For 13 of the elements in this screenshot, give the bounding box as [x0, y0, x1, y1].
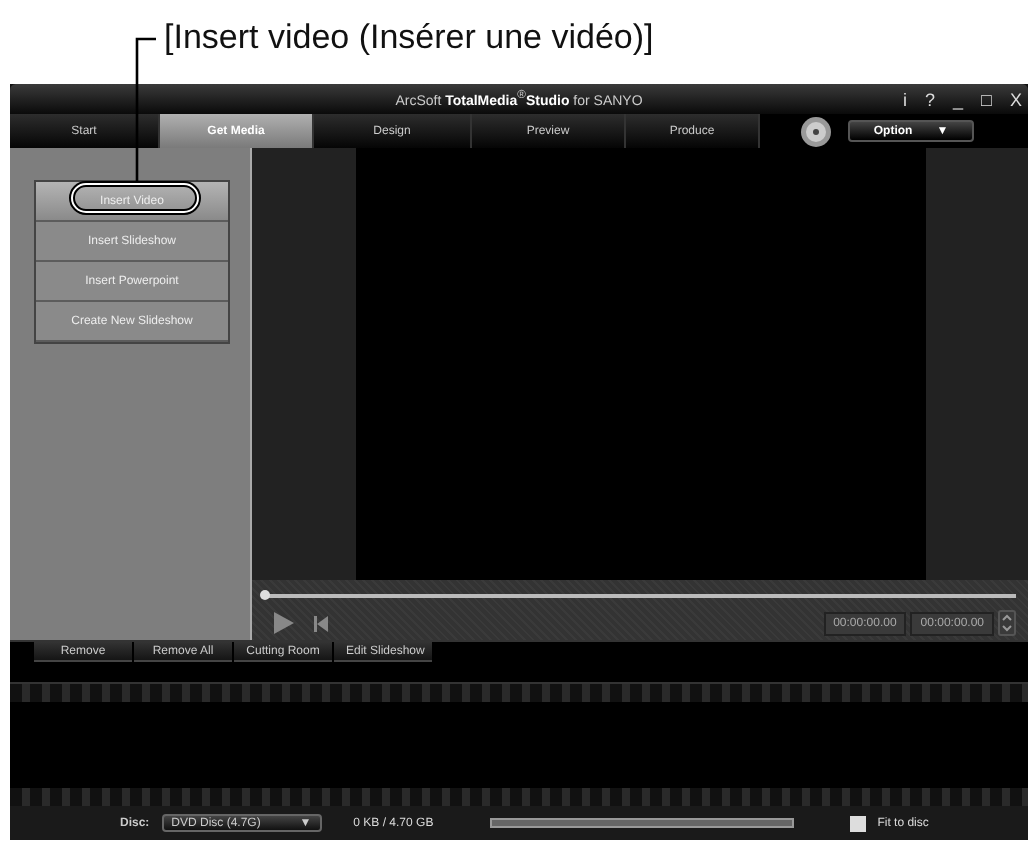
help-icon[interactable]: ?	[925, 89, 936, 109]
skip-back-icon[interactable]	[314, 615, 328, 631]
close-icon[interactable]: X	[1009, 89, 1022, 109]
callout-oval	[69, 181, 201, 215]
spinner-icon[interactable]	[998, 610, 1016, 636]
seek-thumb[interactable]	[260, 590, 270, 600]
minimize-icon[interactable]: _	[953, 89, 964, 109]
disc-icon	[800, 115, 832, 147]
info-icon[interactable]: i	[903, 89, 908, 109]
play-icon[interactable]	[274, 612, 294, 634]
fit-checkbox[interactable]	[849, 815, 866, 831]
maximize-icon[interactable]: □	[981, 89, 992, 109]
callout-label: [Insert video (Insérer une vidéo)]	[164, 18, 654, 58]
